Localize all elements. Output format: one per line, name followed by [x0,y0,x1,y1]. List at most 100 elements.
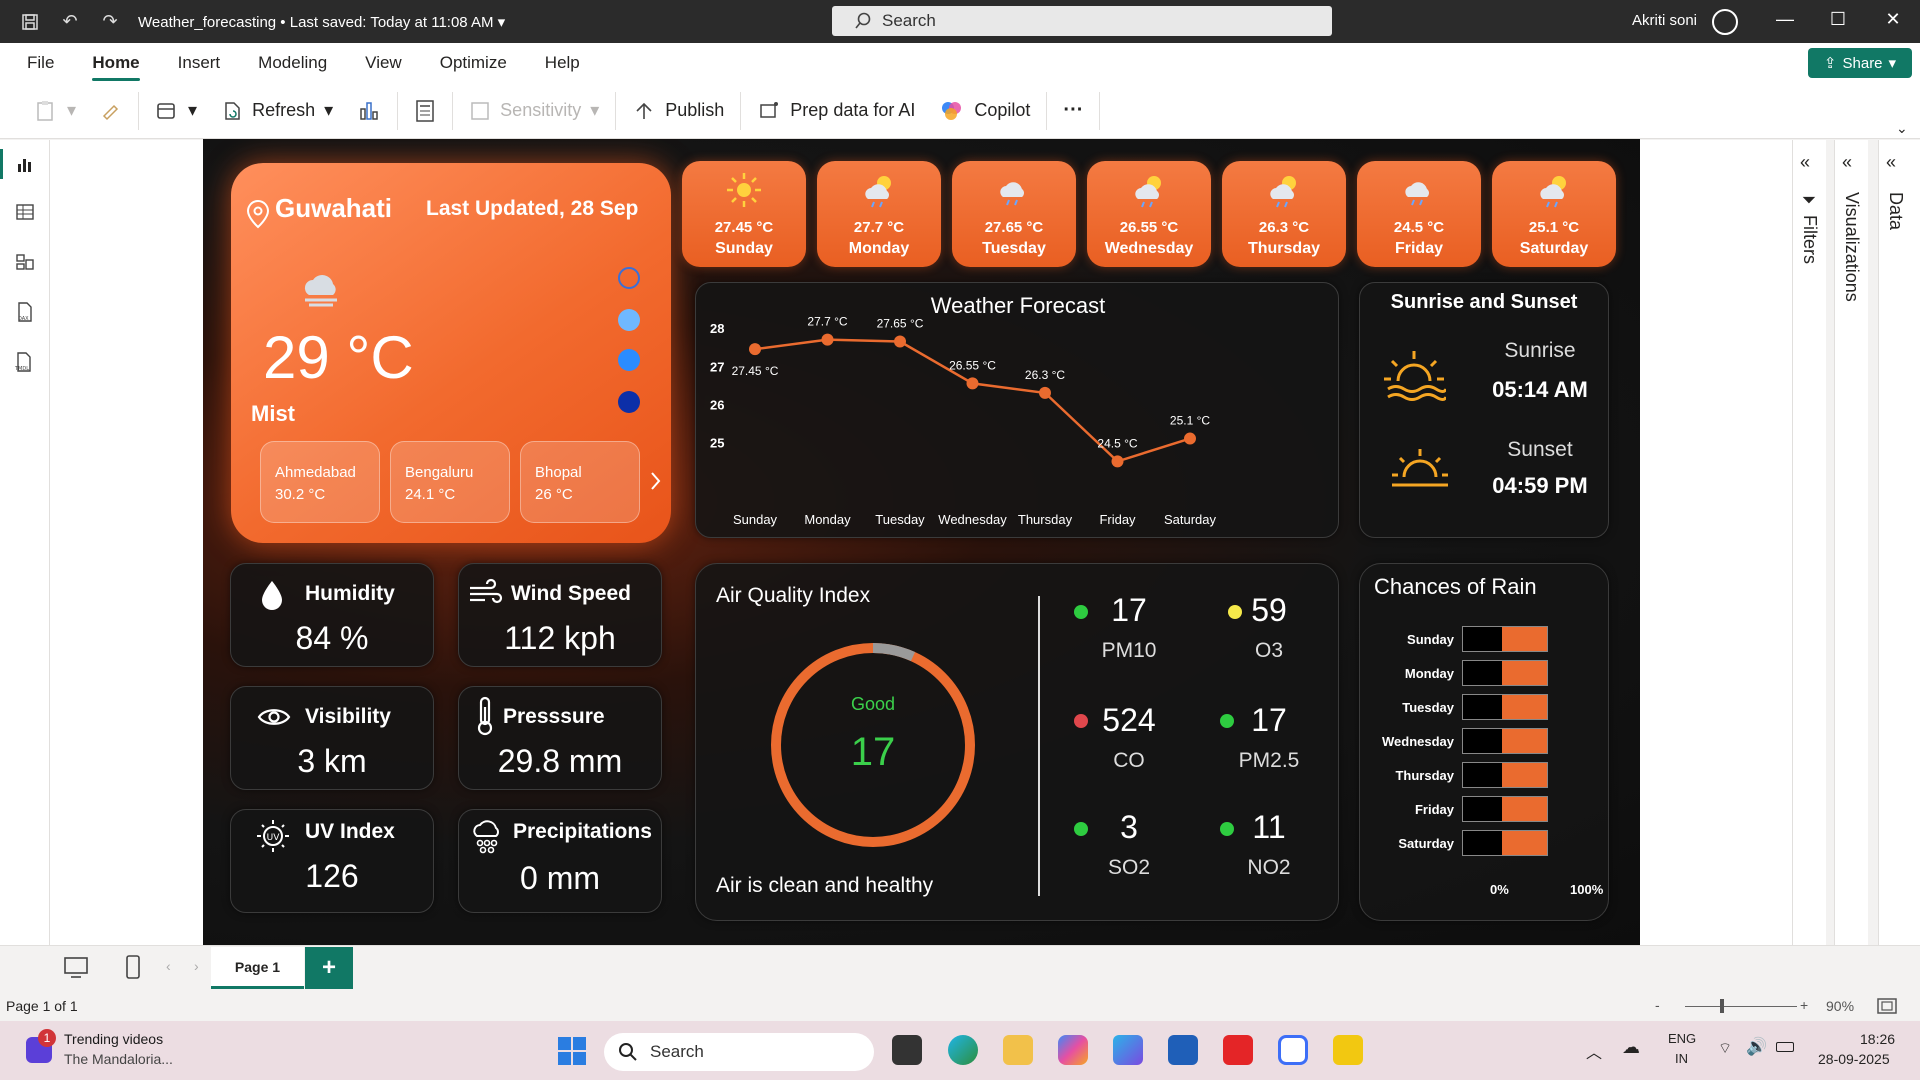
prep-data-button[interactable]: Prep data for AI [745,91,927,131]
document-title[interactable]: Weather_forecasting • Last saved: Today … [138,13,505,31]
rain-bar[interactable] [1462,762,1548,788]
task-view-icon[interactable] [892,1035,922,1065]
menu-modeling[interactable]: Modeling [258,45,327,81]
city-card-bhopal[interactable]: Bhopal 26 °C [520,441,640,523]
share-button[interactable]: ⇪ Share ▾ [1808,48,1912,78]
data-point[interactable] [1184,432,1196,445]
rain-bar[interactable] [1462,728,1548,754]
menu-view[interactable]: View [365,45,402,81]
model-view-icon[interactable] [13,250,37,274]
forecast-card-thursday[interactable]: 26.3 °C Thursday [1222,161,1346,267]
minimize-button[interactable]: — [1770,9,1800,35]
sunrise-sunset-card[interactable]: Sunrise and Sunset Sunrise 05:14 AM Suns… [1359,282,1609,538]
ribbon-collapse-icon[interactable]: ⌄ [1896,120,1908,137]
data-point[interactable] [1039,386,1051,399]
next-page-icon[interactable]: › [194,958,199,974]
refresh-button[interactable]: Refresh ▾ [209,91,345,131]
menu-file[interactable]: File [27,45,54,81]
calculator-button[interactable] [402,91,448,131]
undo-icon[interactable]: ↶ [50,0,90,43]
visibility-card[interactable]: Visibility 3 km [230,686,434,790]
page-tab-page-1[interactable]: Page 1 [211,947,304,989]
data-point[interactable] [749,343,761,356]
double-chevron-left-icon[interactable]: « [1886,152,1896,173]
microsoft-365-icon[interactable] [1113,1035,1143,1065]
city-card-bengaluru[interactable]: Bengaluru 24.1 °C [390,441,510,523]
humidity-card[interactable]: Humidity 84 % [230,563,434,667]
double-chevron-left-icon[interactable]: « [1842,152,1852,173]
taskbar-search[interactable]: Search [604,1033,874,1071]
tmdl-view-icon[interactable]: TMDL [13,350,37,374]
close-button[interactable]: ✕ [1878,9,1908,35]
sensitivity-button[interactable]: Sensitivity ▾ [457,91,611,131]
menu-insert[interactable]: Insert [178,45,221,81]
forecast-card-tuesday[interactable]: 27.65 °C Tuesday [952,161,1076,267]
air-quality-card[interactable]: Air Quality Index Good 17 Air is clean a… [695,563,1339,921]
add-page-button[interactable]: + [305,947,353,989]
new-visual-button[interactable] [345,91,393,131]
windows-start-icon[interactable] [557,1036,587,1066]
data-point[interactable] [821,333,834,346]
file-explorer-icon[interactable] [1003,1035,1033,1065]
zoom-out-button[interactable]: - [1655,997,1660,1013]
copilot-button[interactable]: Copilot [927,91,1042,131]
data-pane[interactable]: « Data [1878,140,1920,945]
report-view-icon[interactable] [0,149,37,179]
language-indicator[interactable]: ENG [1668,1031,1696,1046]
publish-button[interactable]: Publish [620,91,736,131]
user-name[interactable]: Akriti soni [1632,12,1697,29]
theme-dot-outline[interactable] [618,267,640,289]
rain-bar[interactable] [1462,694,1548,720]
maximize-button[interactable]: ☐ [1823,9,1853,35]
battery-icon[interactable] [1776,1042,1794,1052]
forecast-card-saturday[interactable]: 25.1 °C Saturday [1492,161,1616,267]
app-icon[interactable] [1278,1035,1308,1065]
more-options-button[interactable]: ··· [1051,91,1095,131]
cloud-icon[interactable]: ☁ [1622,1037,1640,1058]
save-icon[interactable] [10,0,50,43]
menu-home[interactable]: Home [92,45,140,81]
trending-title[interactable]: Trending videos [64,1031,163,1047]
prev-page-icon[interactable]: ‹ [166,958,171,974]
zoom-slider[interactable] [1685,1006,1797,1007]
theme-dot-light-blue[interactable] [618,309,640,331]
wind-speed-card[interactable]: Wind Speed 112 kph [458,563,662,667]
volume-icon[interactable]: 🔊 [1746,1037,1767,1057]
menu-help[interactable]: Help [545,45,580,81]
data-point[interactable] [1111,455,1124,468]
clock-time[interactable]: 18:26 [1860,1031,1895,1047]
search-input[interactable]: Search [832,6,1332,36]
forecast-card-monday[interactable]: 27.7 °C Monday [817,161,941,267]
get-data-button[interactable]: ▾ [143,91,209,131]
rain-bar[interactable] [1462,660,1548,686]
table-view-icon[interactable] [13,200,37,224]
visualizations-pane[interactable]: « Visualizations [1834,140,1868,945]
forecast-chart-card[interactable]: Weather Forecast 25 26 27 28 Sunday Monday Tu… [695,282,1339,538]
fit-to-page-icon[interactable] [1876,997,1898,1015]
rain-bar[interactable] [1462,626,1548,652]
power-bi-icon[interactable] [1333,1035,1363,1065]
paste-button[interactable]: ▾ [22,91,88,131]
zoom-level[interactable]: 90% [1826,998,1854,1014]
zoom-slider-thumb[interactable] [1720,999,1724,1013]
forecast-card-wednesday[interactable]: 26.55 °C Wednesday [1087,161,1211,267]
desktop-layout-icon[interactable] [63,956,89,980]
forecast-card-friday[interactable]: 24.5 °C Friday [1357,161,1481,267]
city-card-ahmedabad[interactable]: Ahmedabad 30.2 °C [260,441,380,523]
avatar[interactable] [1712,9,1738,35]
rain-bar[interactable] [1462,796,1548,822]
copilot-app-icon[interactable] [1058,1035,1088,1065]
theme-dot-blue[interactable] [618,349,640,371]
wifi-icon[interactable]: ⌔ [1718,1039,1732,1058]
chevron-up-icon[interactable]: ︿ [1586,1039,1602,1063]
format-painter-button[interactable] [88,91,134,131]
precipitation-card[interactable]: Precipitations 0 mm [458,809,662,913]
chevron-right-icon[interactable] [649,469,663,493]
rain-bar[interactable] [1462,830,1548,856]
uv-index-card[interactable]: UV UV Index 126 [230,809,434,913]
rain-chance-card[interactable]: Chances of Rain Sunday Monday Tuesday Wedne… [1359,563,1609,921]
menu-optimize[interactable]: Optimize [440,45,507,81]
filters-pane[interactable]: « ⏷ Filters [1792,140,1826,945]
current-weather-card[interactable]: Guwahati Last Updated, 28 Sep 29 °C Mist… [231,163,671,543]
wps-office-icon[interactable] [1223,1035,1253,1065]
